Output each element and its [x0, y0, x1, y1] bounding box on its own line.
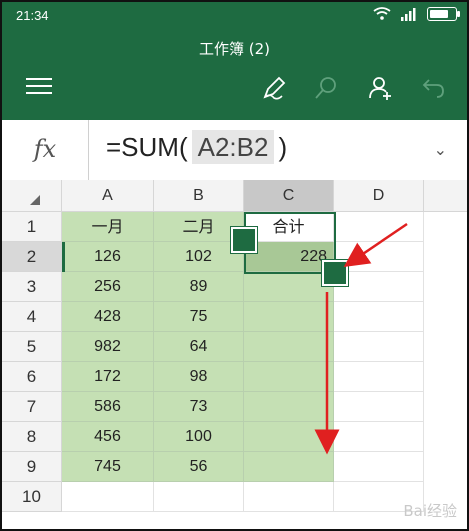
watermark: Bai经验 — [403, 502, 457, 520]
arrow-to-fill-handle — [343, 222, 408, 268]
annotation-arrows — [314, 222, 408, 455]
app-frame: 21:34 工作簿 (2) fx =SUM(A2:B2) ⌄ A B C D 1… — [0, 0, 469, 531]
